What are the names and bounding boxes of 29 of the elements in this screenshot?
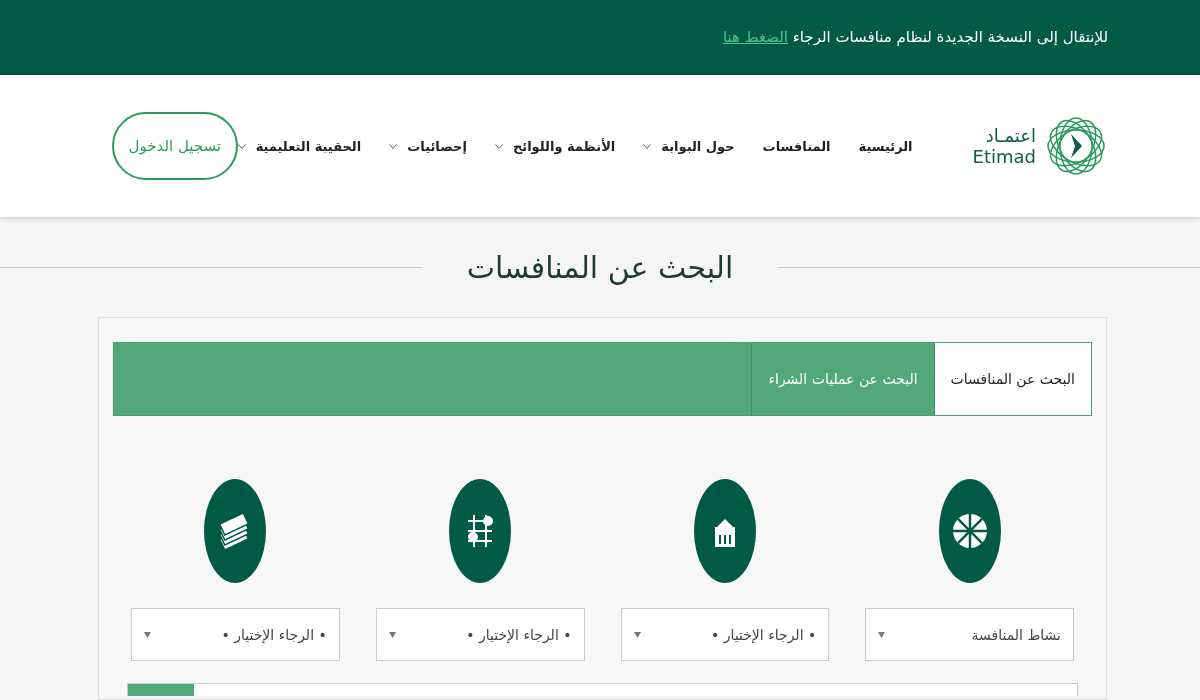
- filter-dropdown[interactable]: • الرجاء الإختيار •: [620, 608, 830, 661]
- filter-dropdown[interactable]: • الرجاء الإختيار •: [375, 608, 585, 661]
- chevron-down-icon: [494, 143, 503, 149]
- caret-icon: [633, 631, 641, 638]
- login-button[interactable]: تسجيل الدخول: [112, 112, 238, 180]
- nav-item[interactable]: إحصائيات: [389, 138, 467, 154]
- chevron-down-icon: [237, 143, 246, 149]
- page-title: البحث عن المنافسات: [465, 249, 735, 285]
- chevron-down-icon: [643, 143, 652, 149]
- nav-item[interactable]: حول البوابة: [643, 138, 735, 154]
- search-tab[interactable]: البحث عن المنافسات: [933, 343, 1091, 415]
- logo-latin-text: Etimad: [972, 146, 1036, 167]
- nav-item[interactable]: المنافسات: [762, 138, 831, 154]
- filter-dropdown[interactable]: • الرجاء الإختيار •: [131, 608, 340, 661]
- map-icon: [448, 478, 513, 584]
- money-icon: [203, 478, 268, 584]
- click-here-link[interactable]: الضغط هنا: [722, 27, 788, 46]
- chevron-down-icon: [389, 143, 398, 149]
- nav-item[interactable]: الأنظمة واللوائح: [494, 138, 616, 154]
- nav-item[interactable]: الحقيبة التعليمية: [237, 138, 362, 154]
- caret-icon: [144, 631, 151, 638]
- caret-icon: [878, 631, 886, 638]
- announcement-text: للإنتقال إلى النسخة الجديدة لنظام منافسات الرجاء الضغط هنا: [722, 27, 1108, 46]
- nav-item[interactable]: الرئيسية: [858, 138, 913, 154]
- filter-dropdown[interactable]: نشاط المنافسة: [865, 608, 1074, 661]
- logo-arabic-text: اعتمـاد: [985, 125, 1036, 146]
- caret-icon: [388, 631, 396, 638]
- pie-icon: [937, 478, 1002, 584]
- building-icon: [692, 478, 757, 584]
